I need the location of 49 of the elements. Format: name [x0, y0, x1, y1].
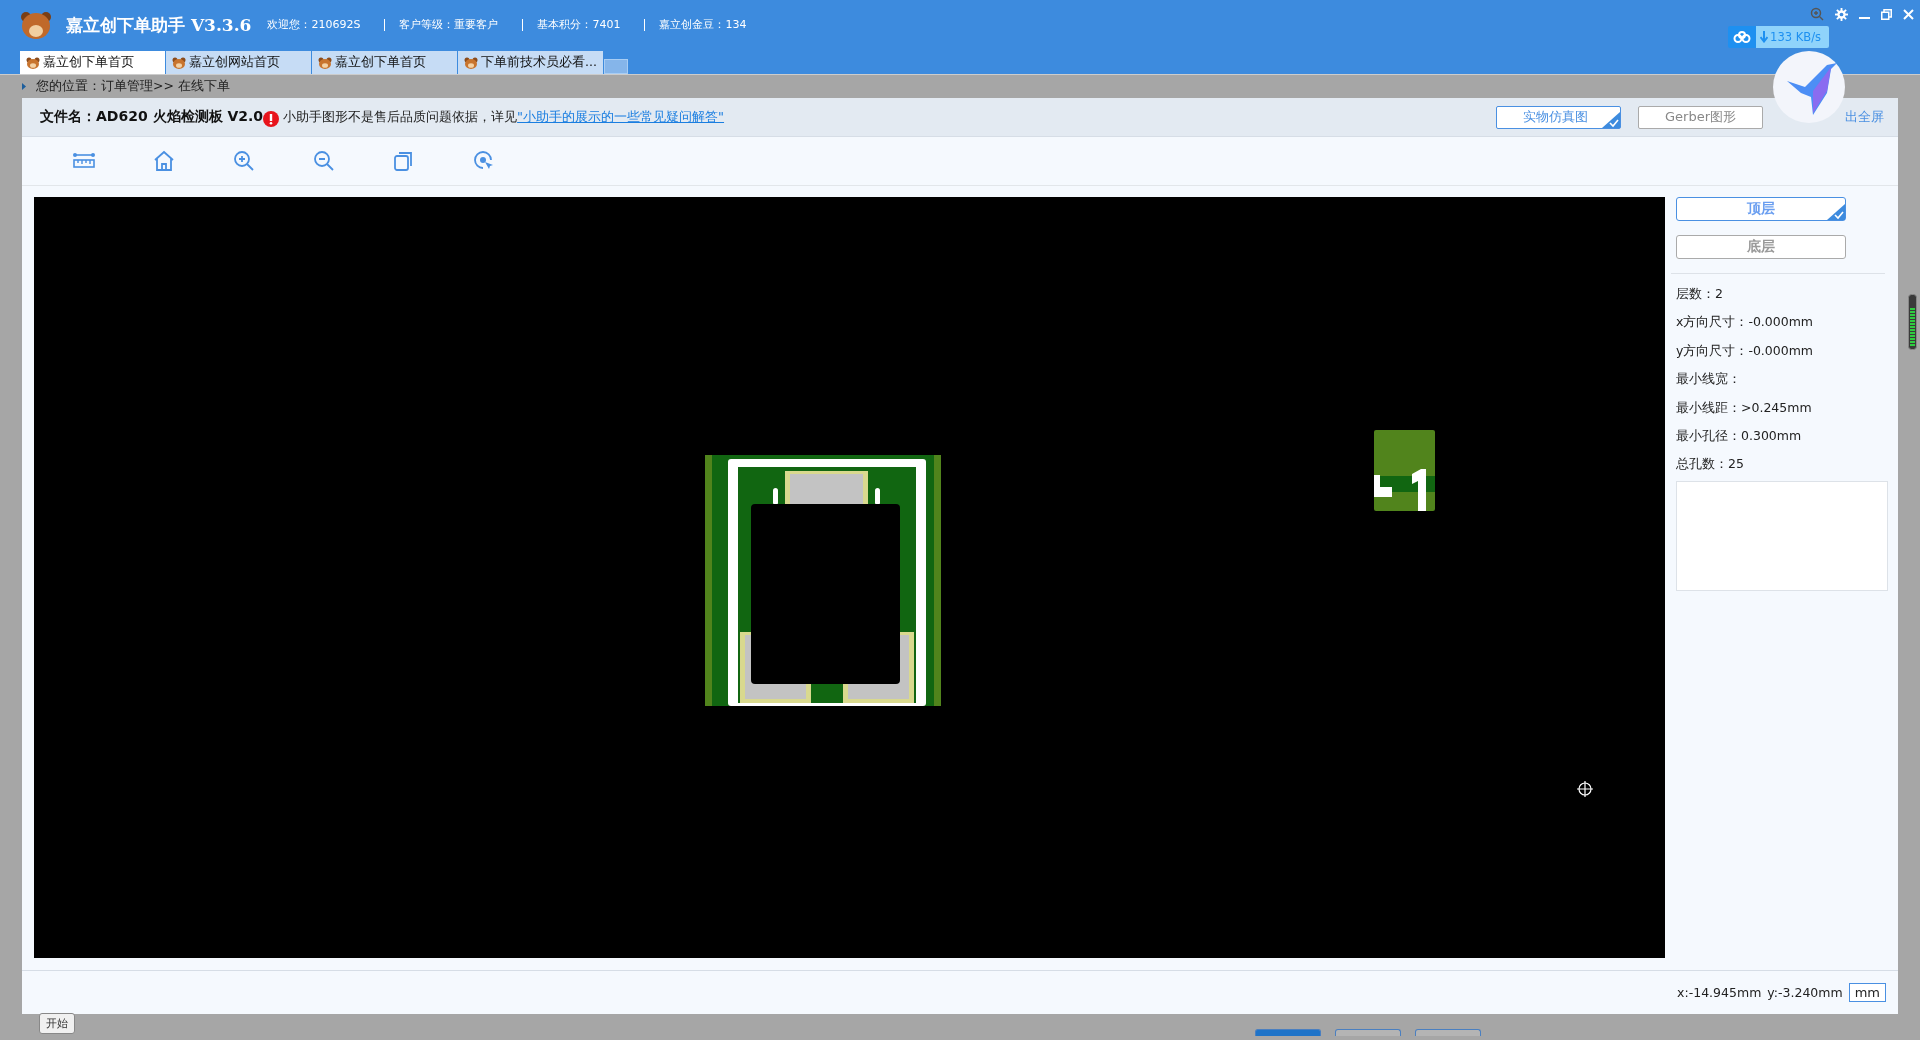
app-title: 嘉立创下单助手 V3.3.6 [66, 13, 252, 37]
notice-text: 小助手图形不是售后品质问题依据，详见 [283, 108, 518, 126]
bird-icon [1773, 51, 1845, 123]
triangle-icon [22, 83, 26, 90]
download-arrow-icon [1760, 31, 1769, 43]
button[interactable] [1415, 1029, 1481, 1036]
board-property: 最小线距：>0.245mm [1676, 398, 1813, 417]
account-info: 基本积分：7401 [522, 19, 635, 31]
account-info: 客户等级：重要客户 [384, 19, 513, 31]
zoom-out-icon[interactable] [312, 149, 336, 173]
zoom-icon[interactable] [1810, 7, 1824, 21]
close-icon[interactable] [1903, 8, 1914, 20]
bear-icon [464, 56, 478, 69]
home-icon[interactable] [152, 149, 176, 173]
account-info: 嘉立创金豆：134 [644, 19, 761, 31]
cursor-y: y:-3.240mm [1767, 985, 1843, 1000]
board-property: 总孔数：25 [1676, 455, 1745, 474]
settings-icon[interactable] [1835, 7, 1848, 21]
board-property: 层数：2 [1676, 285, 1724, 303]
tab[interactable]: 下单前技术员必看... [458, 51, 604, 74]
account-info: 欢迎您：210692S [267, 19, 362, 31]
bear-icon [318, 56, 332, 69]
download-speed: 133 KB/s [1770, 30, 1821, 44]
tab[interactable]: 嘉立创下单首页 [20, 51, 166, 74]
tab[interactable]: 嘉立创网站首页 [166, 51, 312, 74]
bear-icon [26, 56, 40, 69]
board-property: y方向尺寸：-0.000mm [1676, 341, 1815, 360]
tab[interactable]: 嘉立创下单首页 [312, 51, 458, 74]
view-mode-button[interactable]: Gerber图形 [1638, 105, 1763, 129]
start-button[interactable]: 开始 [39, 1013, 75, 1034]
board-property: 最小线宽： [1676, 370, 1742, 389]
warning-icon [263, 110, 280, 127]
board-property: 最小孔径：0.300mm [1676, 426, 1803, 445]
bear-icon [20, 10, 52, 40]
board-property: x方向尺寸：-0.000mm [1676, 313, 1815, 332]
cloud-icon [1733, 31, 1752, 43]
file-name: 文件名：AD620 火焰检测板 V2.0 [40, 108, 264, 126]
check-corner-icon [1827, 204, 1845, 220]
unit-button[interactable]: mm [1848, 983, 1886, 1002]
level-meter-icon [1908, 294, 1917, 350]
crosshair-icon [1576, 780, 1594, 798]
breadcrumb: 您的位置：订单管理>> 在线下单 [36, 78, 230, 95]
button[interactable] [1335, 1029, 1401, 1036]
bear-icon [172, 56, 186, 69]
zoom-in-icon[interactable] [232, 149, 256, 173]
check-corner-icon [1602, 111, 1620, 128]
cursor-x: x:-14.945mm [1677, 985, 1762, 1000]
restore-icon[interactable] [1881, 8, 1892, 20]
faq-link[interactable]: "小助手的展示的一些常见疑问解答" [517, 108, 725, 126]
